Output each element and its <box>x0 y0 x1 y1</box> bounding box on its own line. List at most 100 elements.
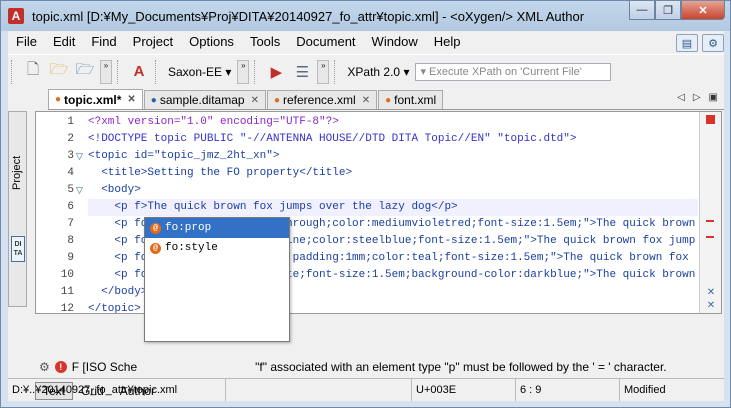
perspective-switcher: ▤ ⚙ <box>676 34 724 52</box>
line-number: 4 <box>67 167 74 179</box>
toolbar-grip <box>117 59 123 84</box>
menu-tools[interactable]: Tools <box>242 31 288 53</box>
vertical-scrollbar[interactable]: ✕ ✕ <box>699 112 721 313</box>
fold-toggle-icon[interactable]: ▽ <box>76 148 83 165</box>
close-tab-icon[interactable]: ✕ <box>362 95 370 106</box>
author-icon[interactable]: A <box>128 60 150 84</box>
status-bar: D:¥..¥20140927_fo_attr¥topic.xml U+003E … <box>8 378 724 401</box>
menu-window[interactable]: Window <box>364 31 426 53</box>
tab-font-xml[interactable]: ● font.xml <box>378 90 444 109</box>
tab-topic-xml[interactable]: ● topic.xml* ✕ <box>48 89 143 109</box>
status-empty <box>226 379 412 401</box>
line-number: 3 <box>67 150 74 162</box>
gear-icon[interactable]: ⚙ <box>39 360 50 374</box>
fold-toggle-icon[interactable]: ▽ <box>76 182 83 199</box>
xpath-version-select[interactable]: XPath 2.0 ▾ <box>347 65 409 79</box>
apply-transformation-icon[interactable]: ▶ <box>265 60 287 84</box>
project-view-tab[interactable]: Project <box>11 150 23 190</box>
close-tab-icon[interactable]: ✕ <box>127 94 135 105</box>
debugger-perspective-icon[interactable]: ⚙ <box>702 34 724 52</box>
line-number: 8 <box>67 235 74 247</box>
attribute-icon: @ <box>150 242 161 254</box>
close-button[interactable]: ✕ <box>681 1 725 20</box>
oxygen-app-icon: A <box>8 8 24 24</box>
minimize-button[interactable]: — <box>629 1 655 20</box>
code-line: <!DOCTYPE topic PUBLIC "-//ANTENNA HOUSE… <box>88 133 577 145</box>
code-line: <body> <box>88 184 141 196</box>
xpath-input[interactable]: ▾ Execute XPath on 'Current File' <box>415 62 612 81</box>
title-bar: A topic.xml [D:¥My_Documents¥Proj¥DITA¥2… <box>1 1 730 31</box>
scroll-up-icon[interactable]: ✕ <box>705 287 717 299</box>
attribute-icon: @ <box>150 222 161 234</box>
xpath-toolbar: XPath 2.0 ▾ ▾ Execute XPath on 'Current … <box>347 62 612 81</box>
completion-item[interactable]: @ fo:style <box>145 238 289 258</box>
toolbar-grip <box>11 59 17 84</box>
line-number: 6 <box>67 201 74 213</box>
tab-prev-icon[interactable]: ◁ <box>677 92 685 103</box>
line-number: 10 <box>60 269 74 281</box>
menu-edit[interactable]: Edit <box>45 31 83 53</box>
toolbar-grip <box>334 59 340 84</box>
toolbar-grip <box>254 59 260 84</box>
line-number: 5 <box>67 184 74 196</box>
dita-maps-manager-tab[interactable]: DI TA <box>11 236 25 262</box>
content-completion-popup[interactable]: @ fo:prop @ fo:style <box>144 217 290 342</box>
toolbar-chevron[interactable]: » <box>237 59 250 84</box>
error-marker[interactable] <box>706 220 714 222</box>
code-line: <title>Setting the FO property</title> <box>88 167 353 179</box>
line-number-gutter: 1 2 3 ▽ 4 5 ▽ 6 7 8 9 10 11 12 <box>36 112 86 313</box>
code-line-current: <p f>The quick brown fox jumps over the … <box>88 199 698 216</box>
close-tab-icon[interactable]: ✕ <box>251 95 259 106</box>
menu-bar: File Edit Find Project Options Tools Doc… <box>8 31 724 53</box>
line-number: 7 <box>67 218 74 230</box>
tab-reference-xml[interactable]: ● reference.xml ✕ <box>266 90 378 109</box>
status-modified: Modified <box>624 384 666 396</box>
line-number: 9 <box>67 252 74 264</box>
dita-label: TA <box>13 250 23 257</box>
menu-project[interactable]: Project <box>125 31 181 53</box>
toolbar-chevron[interactable]: » <box>100 59 112 84</box>
open-folder-icon[interactable]: 🗁 <box>48 60 70 84</box>
configure-transformation-icon[interactable]: ☰ <box>291 60 313 84</box>
completion-item[interactable]: @ fo:prop <box>145 218 289 238</box>
main-toolbar: 🗋 🗁 🗁 » A Saxon-EE ▾ » ▶ ☰ » XPath 2.0 ▾… <box>8 54 724 88</box>
line-number: 12 <box>60 303 74 314</box>
menu-options[interactable]: Options <box>181 31 242 53</box>
menu-document[interactable]: Document <box>288 31 363 53</box>
toolbar-chevron[interactable]: » <box>317 59 330 84</box>
error-marker[interactable] <box>706 236 714 238</box>
main-area: File Edit Find Project Options Tools Doc… <box>8 31 724 401</box>
window-title: topic.xml [D:¥My_Documents¥Proj¥DITA¥201… <box>32 8 585 24</box>
dita-label: DI <box>14 241 22 248</box>
line-number: 11 <box>60 286 74 298</box>
side-panel-strip: Project DI TA <box>8 111 27 307</box>
menu-find[interactable]: Find <box>83 31 124 53</box>
editor-perspective-icon[interactable]: ▤ <box>676 34 698 52</box>
error-icon: ! <box>54 361 67 373</box>
status-unicode: U+003E <box>412 379 516 401</box>
tab-next-icon[interactable]: ▷ <box>693 92 701 103</box>
editor-tabs: ● topic.xml* ✕ ● sample.ditamap ✕ ● reference… <box>48 89 724 110</box>
xml-file-icon: ● <box>385 94 392 106</box>
line-number: 1 <box>67 116 74 128</box>
status-file-path: D:¥..¥20140927_fo_attr¥topic.xml <box>8 379 226 401</box>
scroll-down-icon[interactable]: ✕ <box>705 300 717 312</box>
status-position: 6 : 9 <box>516 379 620 401</box>
tab-sample-ditamap[interactable]: ● sample.ditamap ✕ <box>143 90 266 109</box>
tab-navigation: ◁ ▷ ▣ <box>677 92 718 103</box>
error-status-icon <box>706 115 715 124</box>
toolbar-grip <box>155 59 161 84</box>
tab-list-icon[interactable]: ▣ <box>709 92 718 103</box>
transformation-scenario-select[interactable]: Saxon-EE ▾ <box>168 65 231 79</box>
new-file-icon[interactable]: 🗋 <box>22 60 44 84</box>
menu-help[interactable]: Help <box>426 31 469 53</box>
validation-message-bar: ⚙ ! F [ISO Sche "f" associated with an e… <box>35 357 724 377</box>
open-url-icon[interactable]: 🗁 <box>74 60 96 84</box>
menu-file[interactable]: File <box>8 31 45 53</box>
message-text[interactable]: "f" associated with an element type "p" … <box>255 360 667 374</box>
text-editor[interactable]: 1 2 3 ▽ 4 5 ▽ 6 7 8 9 10 11 12 <?xml ver… <box>35 111 722 314</box>
code-line: <topic id="topic_jmz_2ht_xn"> <box>88 150 280 162</box>
app-window: A topic.xml [D:¥My_Documents¥Proj¥DITA¥2… <box>0 0 731 408</box>
maximize-button[interactable]: ❐ <box>655 1 681 20</box>
window-controls: — ❐ ✕ <box>629 1 725 20</box>
